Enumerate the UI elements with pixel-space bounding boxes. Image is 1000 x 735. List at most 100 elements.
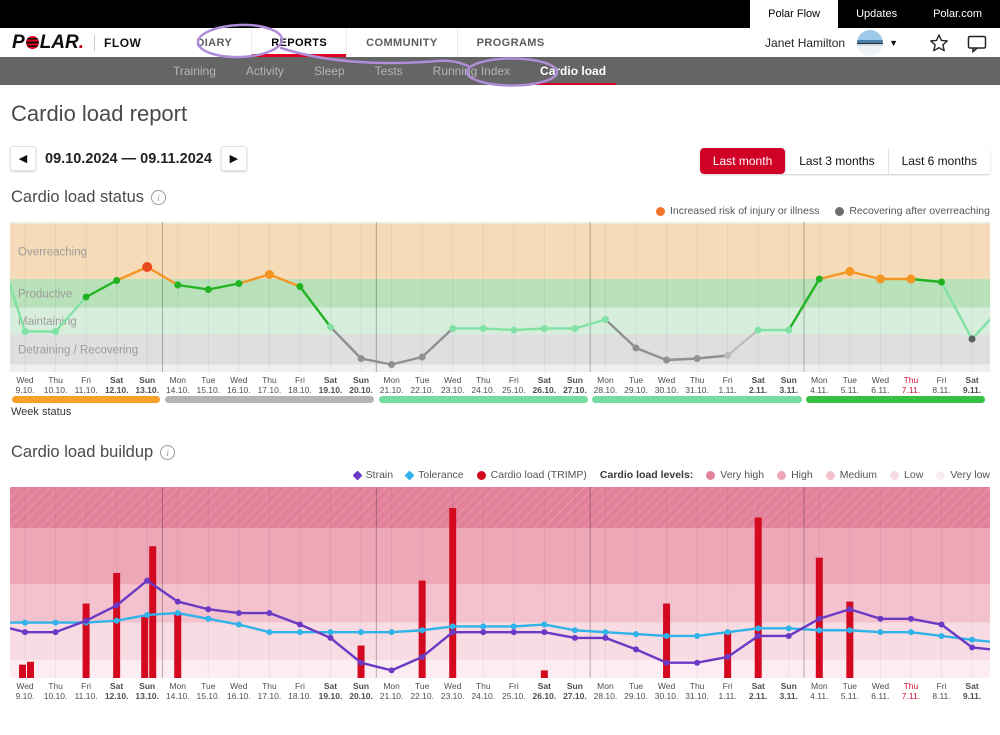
strain-point bbox=[144, 578, 150, 584]
status-info-icon[interactable]: i bbox=[151, 190, 166, 205]
tolerance-point bbox=[602, 629, 608, 635]
buildup-legend-tolerance-marker-icon bbox=[405, 470, 415, 480]
status-section-title: Cardio load status i bbox=[11, 188, 166, 207]
status-legend-recovering-label: Recovering after overreaching bbox=[849, 205, 990, 217]
subnav-item-sleep[interactable]: Sleep bbox=[304, 57, 355, 85]
status-point-7-11- bbox=[906, 275, 915, 284]
strain-point bbox=[328, 635, 334, 641]
axis-day: Sat bbox=[954, 375, 990, 385]
week-status-segment-2 bbox=[165, 396, 374, 403]
strain-point bbox=[816, 616, 822, 622]
date-navigator: ◀ 09.10.2024 — 09.11.2024 ▶ bbox=[10, 146, 247, 171]
cardio-load-levels-label: Cardio load levels: bbox=[600, 469, 693, 481]
level-legend-very-high-label: Very high bbox=[720, 469, 764, 481]
axis-date: 9.11. bbox=[954, 691, 990, 701]
topbar-tab-polar-com[interactable]: Polar.com bbox=[915, 0, 1000, 28]
next-period-button[interactable]: ▶ bbox=[221, 146, 247, 171]
strain-point bbox=[297, 622, 303, 628]
polar-logo[interactable]: PLAR. FLOW bbox=[12, 32, 141, 54]
buildup-info-icon[interactable]: i bbox=[160, 445, 175, 460]
tolerance-point bbox=[511, 623, 517, 629]
tolerance-point bbox=[633, 631, 639, 637]
strain-point bbox=[389, 667, 395, 673]
buildup-legend-tolerance: Tolerance bbox=[406, 469, 464, 481]
status-legend-increased-label: Increased risk of injury or illness bbox=[670, 205, 819, 217]
level-legend-high-marker-icon bbox=[777, 471, 786, 480]
tolerance-point bbox=[725, 629, 731, 635]
status-point-4-11- bbox=[816, 276, 823, 283]
main-nav: PLAR. FLOW DIARYREPORTSCOMMUNITYPROGRAMS… bbox=[0, 28, 1000, 57]
level-band-medium bbox=[10, 584, 990, 622]
tolerance-point bbox=[53, 620, 59, 626]
strain-point bbox=[694, 660, 700, 666]
logo-dot: . bbox=[79, 32, 84, 54]
nav-item-community[interactable]: COMMUNITY bbox=[346, 28, 456, 57]
range-button-last-6-months[interactable]: Last 6 months bbox=[888, 148, 990, 174]
status-point-26-10- bbox=[541, 325, 548, 332]
subnav-item-tests[interactable]: Tests bbox=[365, 57, 413, 85]
range-button-last-month[interactable]: Last month bbox=[700, 148, 785, 174]
strain-point bbox=[175, 599, 181, 605]
buildup-section-title-text: Cardio load buildup bbox=[11, 443, 153, 462]
tolerance-point bbox=[419, 627, 425, 633]
status-point-18-10- bbox=[296, 283, 303, 290]
topbar-tab-updates[interactable]: Updates bbox=[838, 0, 915, 28]
tolerance-point bbox=[755, 625, 761, 631]
subnav-item-training[interactable]: Training bbox=[163, 57, 226, 85]
trimp-bar-30-10- bbox=[663, 604, 670, 678]
topbar-tab-polar-flow[interactable]: Polar Flow bbox=[750, 0, 838, 28]
axis-date: 9.11. bbox=[954, 385, 990, 395]
status-legend-recovering-marker-icon bbox=[835, 207, 844, 216]
zone-band-overreaching bbox=[10, 224, 990, 280]
trimp-bar-2-11- bbox=[755, 518, 762, 678]
strain-point bbox=[450, 629, 456, 635]
nav-item-diary[interactable]: DIARY bbox=[177, 28, 251, 57]
status-point-27-10- bbox=[571, 325, 578, 332]
feedback-chat-icon[interactable] bbox=[966, 32, 988, 54]
level-legend-medium-marker-icon bbox=[826, 471, 835, 480]
prev-period-button[interactable]: ◀ bbox=[10, 146, 36, 171]
strain-point bbox=[877, 616, 883, 622]
strain-point bbox=[511, 629, 517, 635]
tolerance-point bbox=[144, 612, 150, 618]
trimp-bar-9-10- bbox=[19, 665, 26, 678]
strain-point bbox=[541, 629, 547, 635]
tolerance-point bbox=[389, 629, 395, 635]
date-range-label: 09.10.2024 — 09.11.2024 bbox=[45, 151, 212, 167]
strain-point bbox=[480, 629, 486, 635]
strain-point bbox=[83, 618, 89, 624]
strain-point bbox=[236, 610, 242, 616]
nav-item-programs[interactable]: PROGRAMS bbox=[457, 28, 564, 57]
subnav-item-cardio-load[interactable]: Cardio load bbox=[530, 57, 616, 85]
level-legend-low-marker-icon bbox=[890, 471, 899, 480]
status-point-11-10- bbox=[83, 294, 90, 301]
status-line-segment bbox=[667, 359, 698, 361]
avatar[interactable] bbox=[857, 30, 883, 56]
tolerance-point bbox=[450, 623, 456, 629]
trimp-bar-11-10- bbox=[83, 604, 90, 678]
range-button-last-3-months[interactable]: Last 3 months bbox=[785, 148, 887, 174]
level-legend-low: Low bbox=[890, 469, 923, 481]
tolerance-point bbox=[205, 616, 211, 622]
status-point-23-10- bbox=[449, 325, 456, 332]
subnav-item-running-index[interactable]: Running Index bbox=[423, 57, 520, 85]
tolerance-point bbox=[328, 629, 334, 635]
tolerance-point bbox=[847, 627, 853, 633]
status-point-22-10- bbox=[419, 354, 426, 361]
star-icon[interactable] bbox=[928, 32, 950, 54]
status-point-17-10- bbox=[265, 270, 274, 279]
status-point-3-11- bbox=[785, 327, 792, 334]
tolerance-point bbox=[786, 625, 792, 631]
level-legend-low-label: Low bbox=[904, 469, 923, 481]
buildup-legend-cardio: Cardio load (TRIMP) bbox=[477, 469, 587, 481]
subnav-item-activity[interactable]: Activity bbox=[236, 57, 294, 85]
buildup-legend: StrainToleranceCardio load (TRIMP)Cardio… bbox=[354, 469, 990, 481]
strain-point bbox=[602, 635, 608, 641]
nav-item-reports[interactable]: REPORTS bbox=[251, 28, 346, 57]
strain-point bbox=[633, 646, 639, 652]
user-name[interactable]: Janet Hamilton bbox=[765, 36, 845, 50]
flow-label: FLOW bbox=[104, 36, 141, 50]
strain-point bbox=[53, 629, 59, 635]
chevron-down-icon[interactable]: ▼ bbox=[889, 38, 898, 48]
zone-band-detraining bbox=[10, 335, 990, 365]
